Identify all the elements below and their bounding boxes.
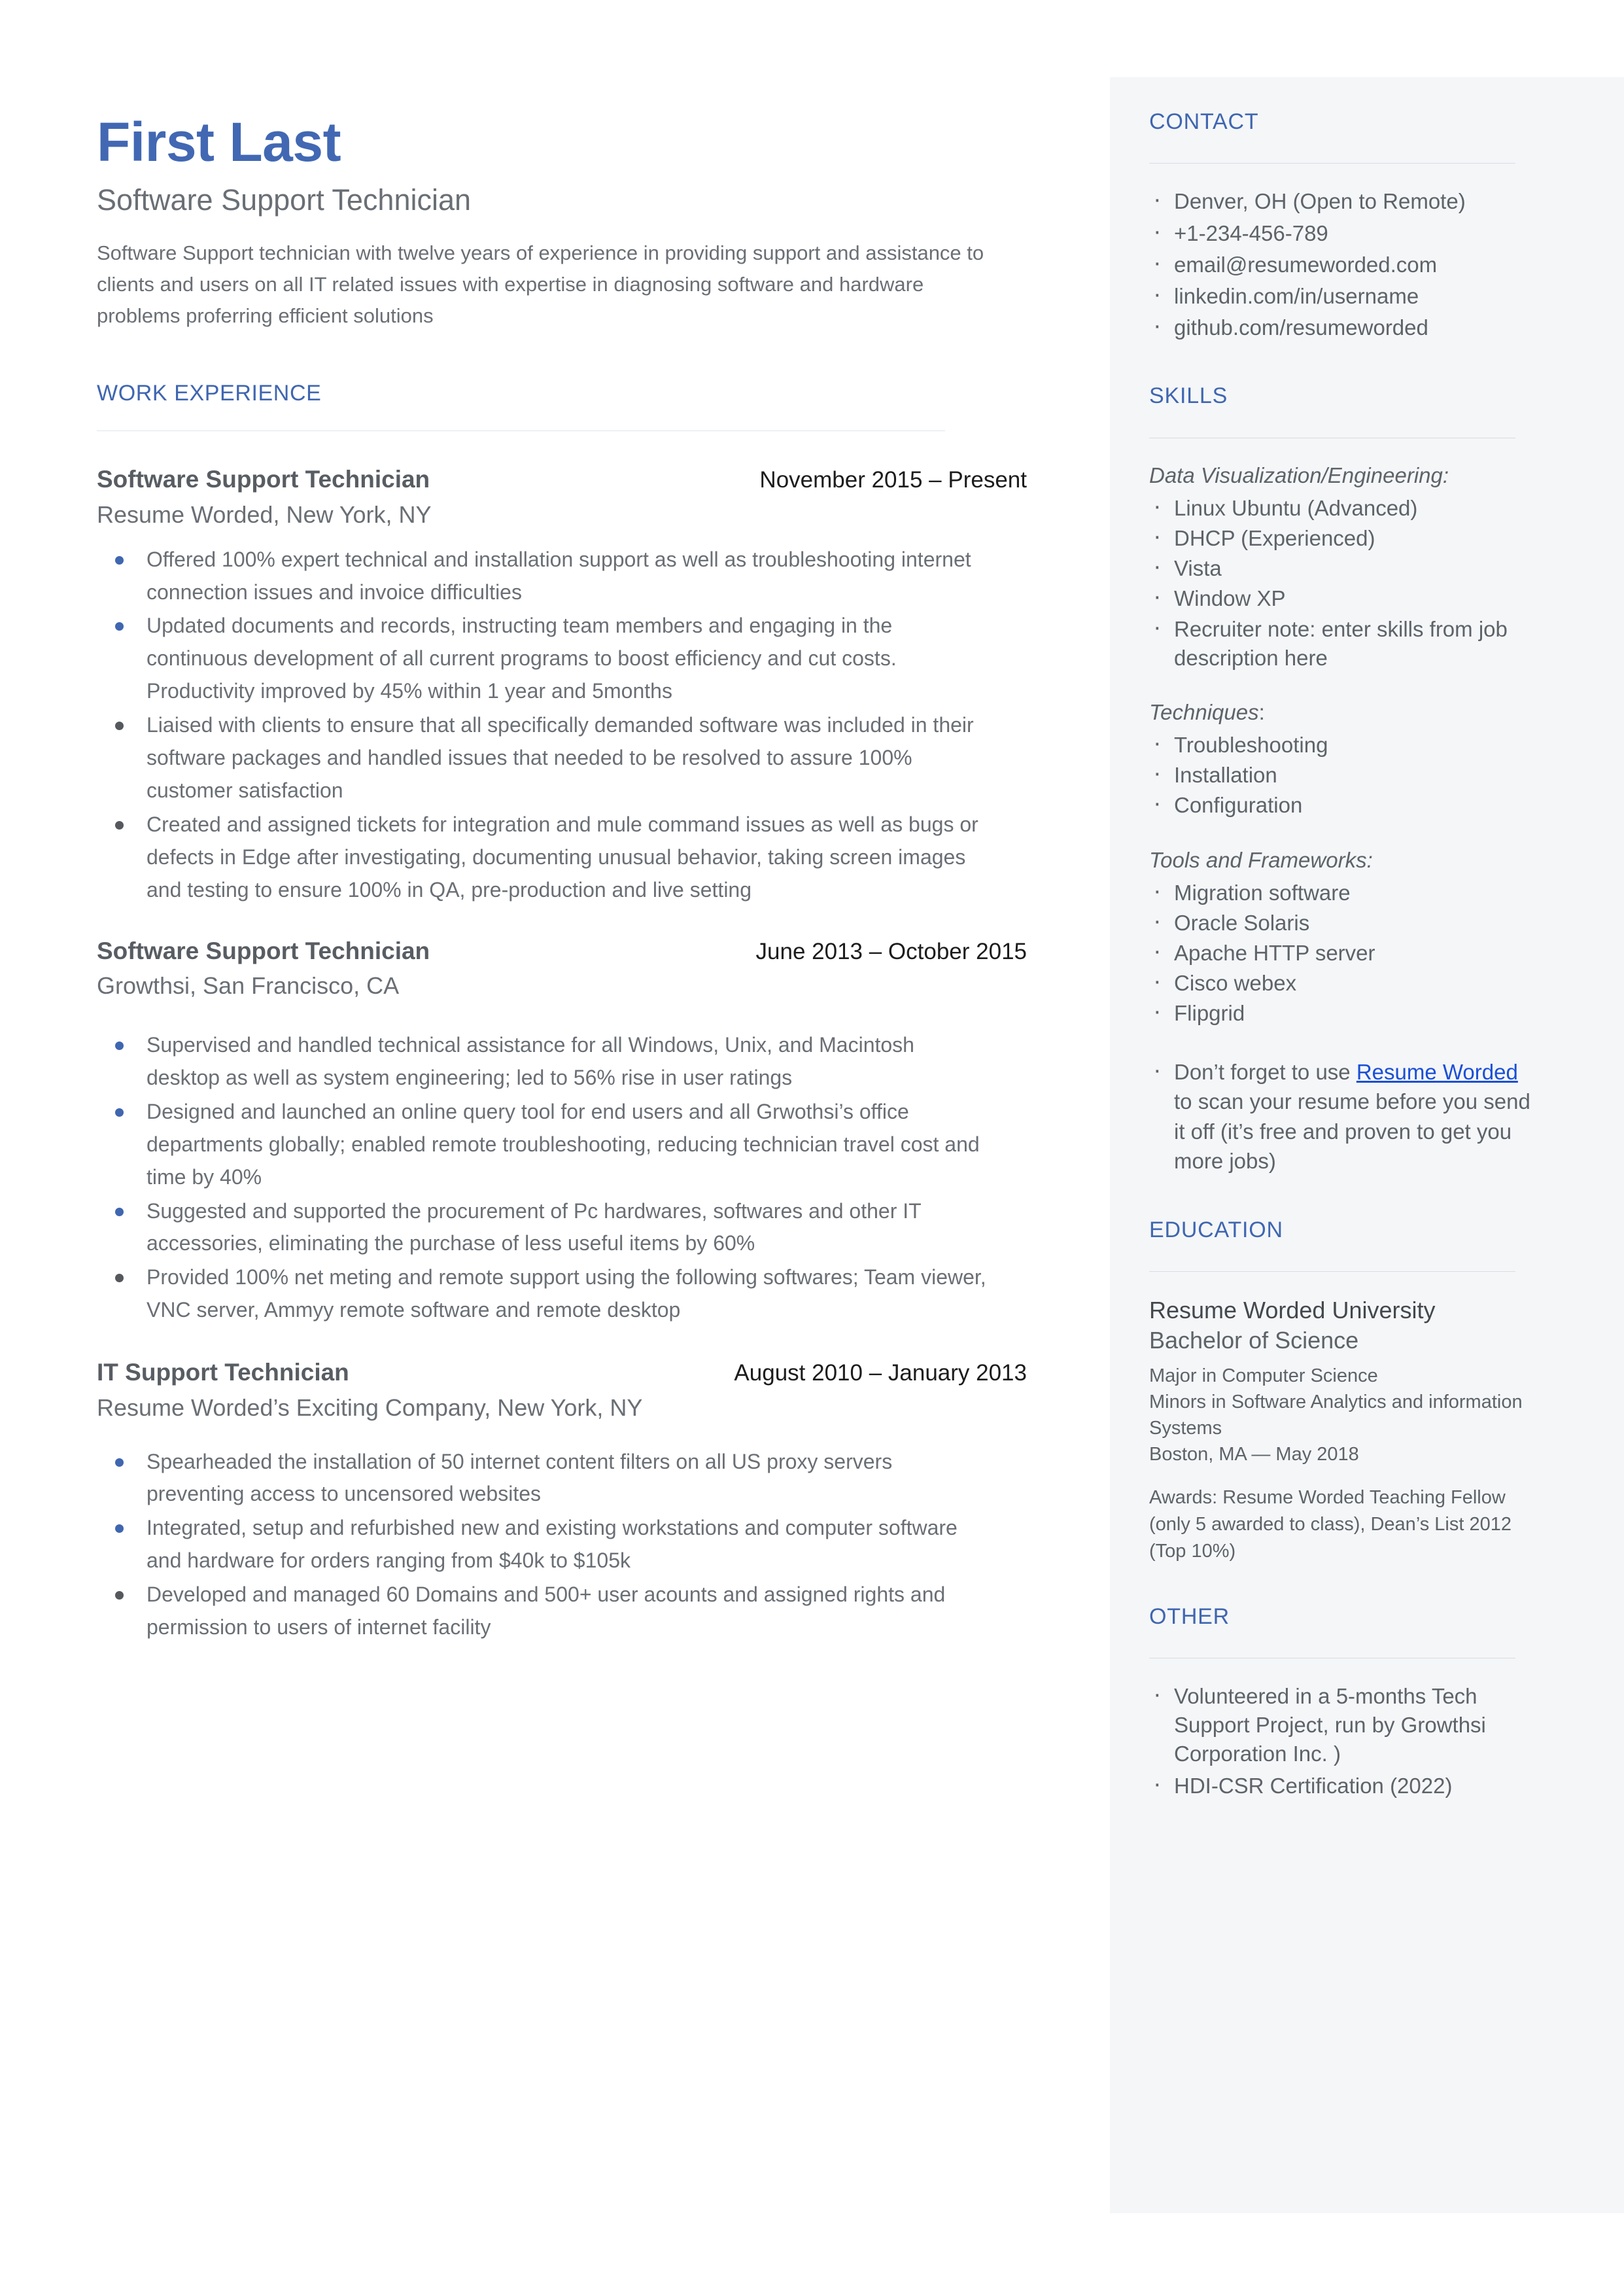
education-degree: Bachelor of Science — [1149, 1327, 1359, 1354]
job-header: Software Support Technician November 201… — [97, 465, 1027, 494]
job-title: Software Support Technician — [97, 937, 430, 964]
headline-role: Software Support Technician — [97, 183, 472, 217]
skill-item: Apache HTTP server — [1149, 935, 1542, 968]
skill-group-label-colon: : — [1258, 700, 1265, 725]
skill-item: Flipgrid — [1149, 995, 1542, 1028]
education-divider — [1149, 1271, 1515, 1272]
job-bullet-list: Offered 100% expert technical and instal… — [97, 544, 1032, 907]
sidebar-content: CONTACT Denver, OH (Open to Remote) +1-2… — [1149, 109, 1542, 1803]
job-header: IT Support Technician August 2010 – Janu… — [97, 1358, 1027, 1387]
page-title: First Last — [97, 111, 341, 173]
other-item: Volunteered in a 5-months Tech Support P… — [1149, 1678, 1542, 1769]
skill-item: Troubleshooting — [1149, 727, 1542, 760]
skill-list: Migration software Oracle Solaris Apache… — [1149, 874, 1542, 1028]
other-heading: OTHER — [1149, 1603, 1230, 1629]
promo-suffix: to scan your resume before you send it o… — [1174, 1089, 1530, 1174]
skill-item: Vista — [1149, 550, 1542, 584]
skill-group-tools-frameworks: Tools and Frameworks: Migration software… — [1149, 847, 1542, 1029]
skill-item: Cisco webex — [1149, 965, 1542, 998]
education-awards: Awards: Resume Worded Teaching Fellow (o… — [1149, 1487, 1512, 1562]
skill-group-techniques: Techniques: Troubleshooting Installation… — [1149, 699, 1542, 820]
contact-divider — [1149, 163, 1515, 164]
sidebar-panel: CONTACT Denver, OH (Open to Remote) +1-2… — [1110, 77, 1624, 2213]
job-bullet: Designed and launched an online query to… — [97, 1096, 990, 1194]
contact-heading: CONTACT — [1149, 109, 1259, 134]
job-bullet-list: Spearheaded the installation of 50 inter… — [97, 1446, 1032, 1644]
job-bullet: Updated documents and records, instructi… — [97, 610, 990, 708]
skills-section: SKILLS Data Visualization/Engineering: L… — [1149, 384, 1542, 1176]
skill-item: Linux Ubuntu (Advanced) — [1149, 490, 1542, 523]
work-experience-divider — [97, 430, 945, 432]
job-dates: November 2015 – Present — [759, 467, 1027, 493]
job-bullet: Supervised and handled technical assista… — [97, 1029, 990, 1095]
job-bullet: Provided 100% net meting and remote supp… — [97, 1261, 990, 1327]
other-list: Volunteered in a 5-months Tech Support P… — [1149, 1678, 1542, 1801]
main-column: First Last Software Support Technician S… — [97, 0, 1032, 1645]
job-bullet: Spearheaded the installation of 50 inter… — [97, 1446, 990, 1511]
contact-section: CONTACT Denver, OH (Open to Remote) +1-2… — [1149, 109, 1542, 343]
contact-item-email[interactable]: email@resumeworded.com — [1149, 247, 1542, 280]
education-section: EDUCATION Resume Worded University Bache… — [1149, 1218, 1542, 1566]
contact-item-phone: +1-234-456-789 — [1149, 215, 1542, 249]
contact-list: Denver, OH (Open to Remote) +1-234-456-7… — [1149, 183, 1542, 343]
other-section: OTHER Volunteered in a 5-months Tech Sup… — [1149, 1603, 1542, 1801]
skill-item: Oracle Solaris — [1149, 905, 1542, 938]
job-entry: Software Support Technician November 201… — [97, 465, 1032, 906]
work-experience-heading: WORK EXPERIENCE — [97, 380, 322, 406]
job-dates: August 2010 – January 2013 — [734, 1360, 1027, 1386]
skill-item: Migration software — [1149, 874, 1542, 907]
skill-group-label: Techniques: — [1149, 699, 1542, 727]
contact-item-location: Denver, OH (Open to Remote) — [1149, 183, 1542, 217]
job-title: Software Support Technician — [97, 466, 430, 493]
education-major: Major in Computer Science — [1149, 1365, 1378, 1386]
job-entry: IT Support Technician August 2010 – Janu… — [97, 1358, 1032, 1644]
skill-list: Linux Ubuntu (Advanced) DHCP (Experience… — [1149, 490, 1542, 673]
job-title: IT Support Technician — [97, 1359, 349, 1386]
resume-worded-link[interactable]: Resume Worded — [1356, 1060, 1518, 1084]
job-bullet: Liaised with clients to ensure that all … — [97, 709, 990, 807]
education-heading: EDUCATION — [1149, 1217, 1283, 1242]
contact-item-linkedin[interactable]: linkedin.com/in/username — [1149, 278, 1542, 311]
job-bullet: Integrated, setup and refurbished new an… — [97, 1512, 990, 1577]
other-item: HDI-CSR Certification (2022) — [1149, 1768, 1542, 1801]
skill-group-data-visualization: Data Visualization/Engineering: Linux Ub… — [1149, 462, 1542, 673]
skill-group-label-text: Techniques — [1149, 700, 1259, 725]
job-bullet-list: Supervised and handled technical assista… — [97, 1029, 1032, 1327]
skill-item: DHCP (Experienced) — [1149, 520, 1542, 553]
resume-page: CONTACT Denver, OH (Open to Remote) +1-2… — [0, 0, 1624, 2295]
contact-item-github[interactable]: github.com/resumeworded — [1149, 309, 1542, 343]
promo-prefix: Don’t forget to use — [1174, 1059, 1356, 1084]
resume-worded-promo: Don’t forget to use Resume Worded to sca… — [1149, 1053, 1542, 1176]
skill-group-label: Data Visualization/Engineering: — [1149, 463, 1449, 487]
job-bullet: Created and assigned tickets for integra… — [97, 809, 990, 907]
job-header: Software Support Technician June 2013 – … — [97, 937, 1027, 966]
job-entry: Software Support Technician June 2013 – … — [97, 937, 1032, 1327]
job-bullet: Offered 100% expert technical and instal… — [97, 544, 990, 609]
job-bullet: Developed and managed 60 Domains and 500… — [97, 1579, 990, 1644]
education-location-date: Boston, MA — May 2018 — [1149, 1444, 1359, 1465]
skill-item: Recruiter note: enter skills from job de… — [1149, 611, 1542, 673]
professional-summary: Software Support technician with twelve … — [97, 241, 984, 327]
education-school: Resume Worded University — [1149, 1297, 1436, 1324]
job-bullet: Suggested and supported the procurement … — [97, 1195, 990, 1261]
job-company: Resume Worded’s Exciting Company, New Yo… — [97, 1393, 643, 1421]
skills-heading: SKILLS — [1149, 383, 1228, 409]
skill-group-label: Tools and Frameworks: — [1149, 847, 1373, 872]
job-company: Resume Worded, New York, NY — [97, 500, 432, 528]
skill-item: Window XP — [1149, 580, 1542, 614]
education-minors: Minors in Software Analytics and informa… — [1149, 1392, 1523, 1439]
skill-item: Installation — [1149, 757, 1542, 790]
job-company: Growthsi, San Francisco, CA — [97, 972, 400, 999]
skill-list: Troubleshooting Installation Configurati… — [1149, 727, 1542, 821]
skill-item: Configuration — [1149, 787, 1542, 820]
job-dates: June 2013 – October 2015 — [755, 938, 1027, 964]
